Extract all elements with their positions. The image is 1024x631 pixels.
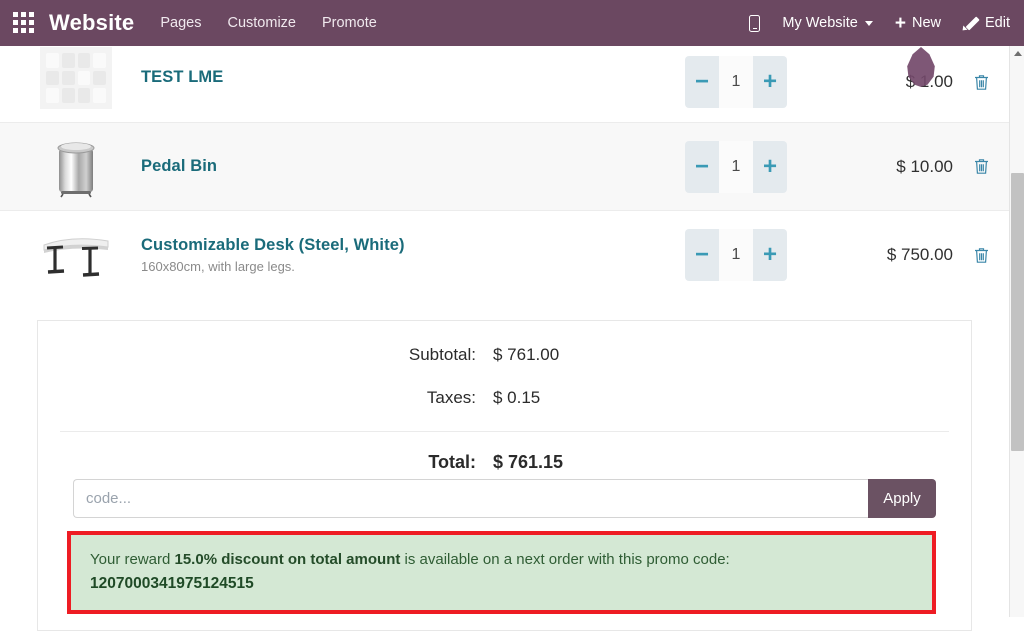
edit-button-label: Edit bbox=[985, 15, 1010, 31]
summary-taxes-row: Taxes: $ 0.15 bbox=[38, 388, 971, 408]
product-name-link[interactable]: TEST LME bbox=[141, 68, 685, 87]
pedal-bin-image-icon bbox=[57, 142, 95, 197]
apply-promo-button[interactable]: Apply bbox=[868, 479, 936, 518]
taxes-value: $ 0.15 bbox=[493, 388, 541, 407]
product-info: Pedal Bin bbox=[141, 157, 685, 176]
subtotal-value: $ 761.00 bbox=[493, 345, 560, 364]
table-row: Pedal Bin − 1 + $ 10.00 bbox=[0, 123, 1009, 211]
remove-line-button[interactable] bbox=[953, 247, 1009, 264]
mobile-phone-icon bbox=[749, 14, 761, 32]
product-thumbnail[interactable] bbox=[37, 223, 115, 287]
product-thumbnail[interactable] bbox=[37, 46, 115, 110]
apps-grid-icon[interactable] bbox=[13, 12, 35, 34]
website-selector-dropdown[interactable]: My Website bbox=[782, 15, 873, 31]
quantity-input[interactable]: 1 bbox=[719, 140, 753, 193]
menu-item-pages[interactable]: Pages bbox=[160, 15, 201, 31]
reward-highlight-box: Your reward 15.0% discount on total amou… bbox=[67, 531, 936, 615]
quantity-increase-button[interactable]: + bbox=[753, 56, 787, 108]
chevron-down-icon bbox=[864, 20, 873, 26]
app-topbar: Website Pages Customize Promote My Websi… bbox=[0, 0, 1024, 46]
quantity-stepper: − 1 + bbox=[685, 229, 787, 281]
quantity-increase-button[interactable]: + bbox=[753, 229, 787, 281]
quantity-stepper: − 1 + bbox=[685, 56, 787, 108]
app-brand-title[interactable]: Website bbox=[49, 10, 134, 36]
product-name-link[interactable]: Pedal Bin bbox=[141, 157, 685, 176]
remove-line-button[interactable] bbox=[953, 158, 1009, 175]
product-description: 160x80cm, with large legs. bbox=[141, 259, 295, 274]
placeholder-image-icon bbox=[40, 47, 112, 109]
taxes-label: Taxes: bbox=[426, 388, 476, 407]
website-selector-label: My Website bbox=[782, 15, 858, 31]
new-button-label: New bbox=[911, 15, 941, 31]
desk-image-icon bbox=[43, 238, 109, 277]
pencil-icon bbox=[963, 15, 979, 31]
cart-page: TEST LME − 1 + $ 1.00 Pedal Bin − 1 + $ … bbox=[0, 46, 1009, 631]
reward-alert: Your reward 15.0% discount on total amou… bbox=[71, 535, 932, 611]
promo-code-input[interactable] bbox=[73, 479, 868, 518]
product-thumbnail[interactable] bbox=[37, 135, 115, 199]
quantity-decrease-button[interactable]: − bbox=[685, 56, 719, 108]
reward-promo-code[interactable]: 1207000341975124515 bbox=[90, 572, 916, 596]
reward-message-prefix: Your reward bbox=[90, 551, 175, 568]
total-value: $ 761.15 bbox=[493, 452, 564, 472]
product-info: TEST LME bbox=[141, 46, 685, 87]
subtotal-label: Subtotal: bbox=[408, 345, 476, 364]
reward-discount-highlight: 15.0% discount on total amount bbox=[174, 551, 401, 568]
plus-icon: + bbox=[894, 12, 906, 34]
quantity-input[interactable]: 1 bbox=[719, 56, 753, 108]
product-info: Customizable Desk (Steel, White) 160x80c… bbox=[141, 236, 685, 274]
total-label: Total: bbox=[428, 452, 476, 472]
scrollbar-thumb[interactable] bbox=[1011, 173, 1024, 451]
remove-line-button[interactable] bbox=[953, 74, 1009, 91]
line-price: $ 1.00 bbox=[905, 72, 953, 91]
summary-divider bbox=[60, 431, 949, 432]
quantity-input[interactable]: 1 bbox=[719, 229, 753, 281]
menu-item-promote[interactable]: Promote bbox=[322, 15, 377, 31]
trash-icon bbox=[974, 159, 988, 174]
quantity-stepper: − 1 + bbox=[685, 140, 787, 193]
menu-item-customize[interactable]: Customize bbox=[227, 15, 296, 31]
product-name-link[interactable]: Customizable Desk (Steel, White) bbox=[141, 236, 685, 255]
order-summary-card: Subtotal: $ 761.00 Taxes: $ 0.15 Total: … bbox=[37, 320, 972, 631]
table-row: TEST LME − 1 + $ 1.00 bbox=[0, 46, 1009, 123]
topbar-actions: My Website + New Edit bbox=[727, 14, 1024, 33]
summary-subtotal-row: Subtotal: $ 761.00 bbox=[38, 345, 971, 365]
edit-button[interactable]: Edit bbox=[963, 15, 1010, 31]
promo-code-form: Apply bbox=[73, 479, 936, 518]
table-row: Customizable Desk (Steel, White) 160x80c… bbox=[0, 211, 1009, 299]
mobile-preview-button[interactable] bbox=[749, 14, 761, 32]
quantity-decrease-button[interactable]: − bbox=[685, 141, 719, 193]
reward-message-suffix: is available on a next order with this p… bbox=[400, 551, 730, 568]
line-price: $ 750.00 bbox=[886, 245, 953, 264]
page-scrollbar[interactable] bbox=[1009, 46, 1024, 617]
summary-total-row: Total: $ 761.15 bbox=[38, 452, 971, 473]
line-price: $ 10.00 bbox=[896, 156, 953, 176]
new-button[interactable]: + New bbox=[895, 14, 941, 33]
quantity-increase-button[interactable]: + bbox=[753, 141, 787, 193]
scroll-up-arrow-icon[interactable] bbox=[1010, 46, 1024, 61]
quantity-decrease-button[interactable]: − bbox=[685, 229, 719, 281]
trash-icon bbox=[974, 75, 988, 90]
trash-icon bbox=[974, 247, 988, 263]
